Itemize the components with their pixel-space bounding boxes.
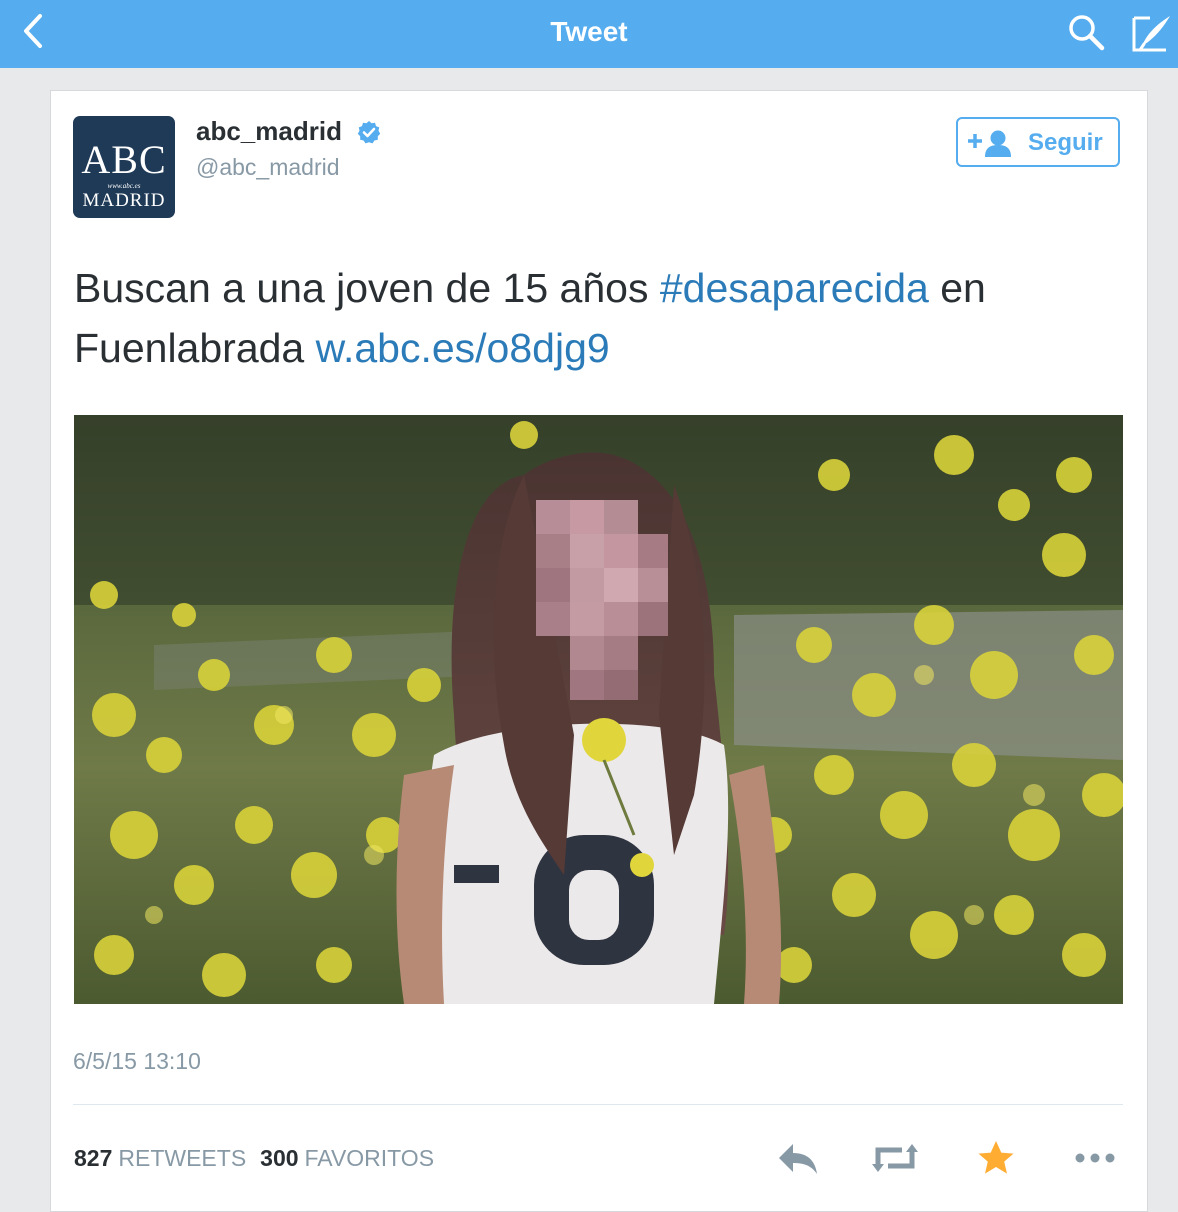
retweets-count[interactable]: 827	[74, 1145, 112, 1171]
search-button[interactable]	[1066, 12, 1106, 52]
favorites-label[interactable]: FAVORITOS	[305, 1145, 435, 1171]
author-name[interactable]: abc_madrid	[196, 114, 342, 148]
favorites-count[interactable]: 300	[260, 1145, 298, 1171]
avatar-logo-url: www.abc.es	[107, 182, 141, 190]
top-navigation-bar: Tweet	[0, 0, 1178, 68]
photo-image	[74, 415, 1123, 1004]
tweet-stats: 827 RETWEETS 300 FAVORITOS	[74, 1142, 434, 1174]
reply-icon	[779, 1144, 817, 1174]
tweet-text: Buscan a una joven de 15 años #desaparec…	[74, 258, 1124, 378]
page-title: Tweet	[550, 16, 628, 47]
compose-button[interactable]	[1130, 12, 1174, 54]
retweet-icon	[872, 1144, 918, 1172]
avatar[interactable]: ABC www.abc.es MADRID	[73, 116, 175, 218]
retweets-label[interactable]: RETWEETS	[118, 1145, 246, 1171]
author-handle[interactable]: @abc_madrid	[196, 152, 340, 182]
add-user-icon	[968, 130, 1011, 157]
favorite-button[interactable]	[973, 1138, 1019, 1178]
avatar-logo-top: ABC	[81, 137, 167, 182]
more-button[interactable]	[1072, 1138, 1118, 1178]
tweet-timestamp: 6/5/15 13:10	[73, 1048, 201, 1074]
search-icon	[1069, 15, 1105, 51]
url-link[interactable]: w.abc.es/o8djg9	[316, 325, 610, 371]
follow-button-label: Seguir	[1028, 129, 1103, 156]
tweet-photo[interactable]	[74, 415, 1123, 1004]
hashtag-link[interactable]: #desaparecida	[660, 265, 929, 311]
avatar-logo-bottom: MADRID	[82, 190, 166, 211]
compose-icon	[1132, 16, 1170, 52]
favorite-star-icon	[978, 1141, 1014, 1174]
verified-badge-icon	[357, 121, 381, 144]
reply-button[interactable]	[775, 1138, 821, 1178]
more-icon	[1075, 1153, 1115, 1163]
follow-button[interactable]: Seguir	[956, 117, 1120, 167]
stats-divider	[73, 1104, 1123, 1105]
tweet-text-part1: Buscan a una joven de 15 años	[74, 265, 660, 311]
retweet-button[interactable]	[872, 1138, 918, 1178]
